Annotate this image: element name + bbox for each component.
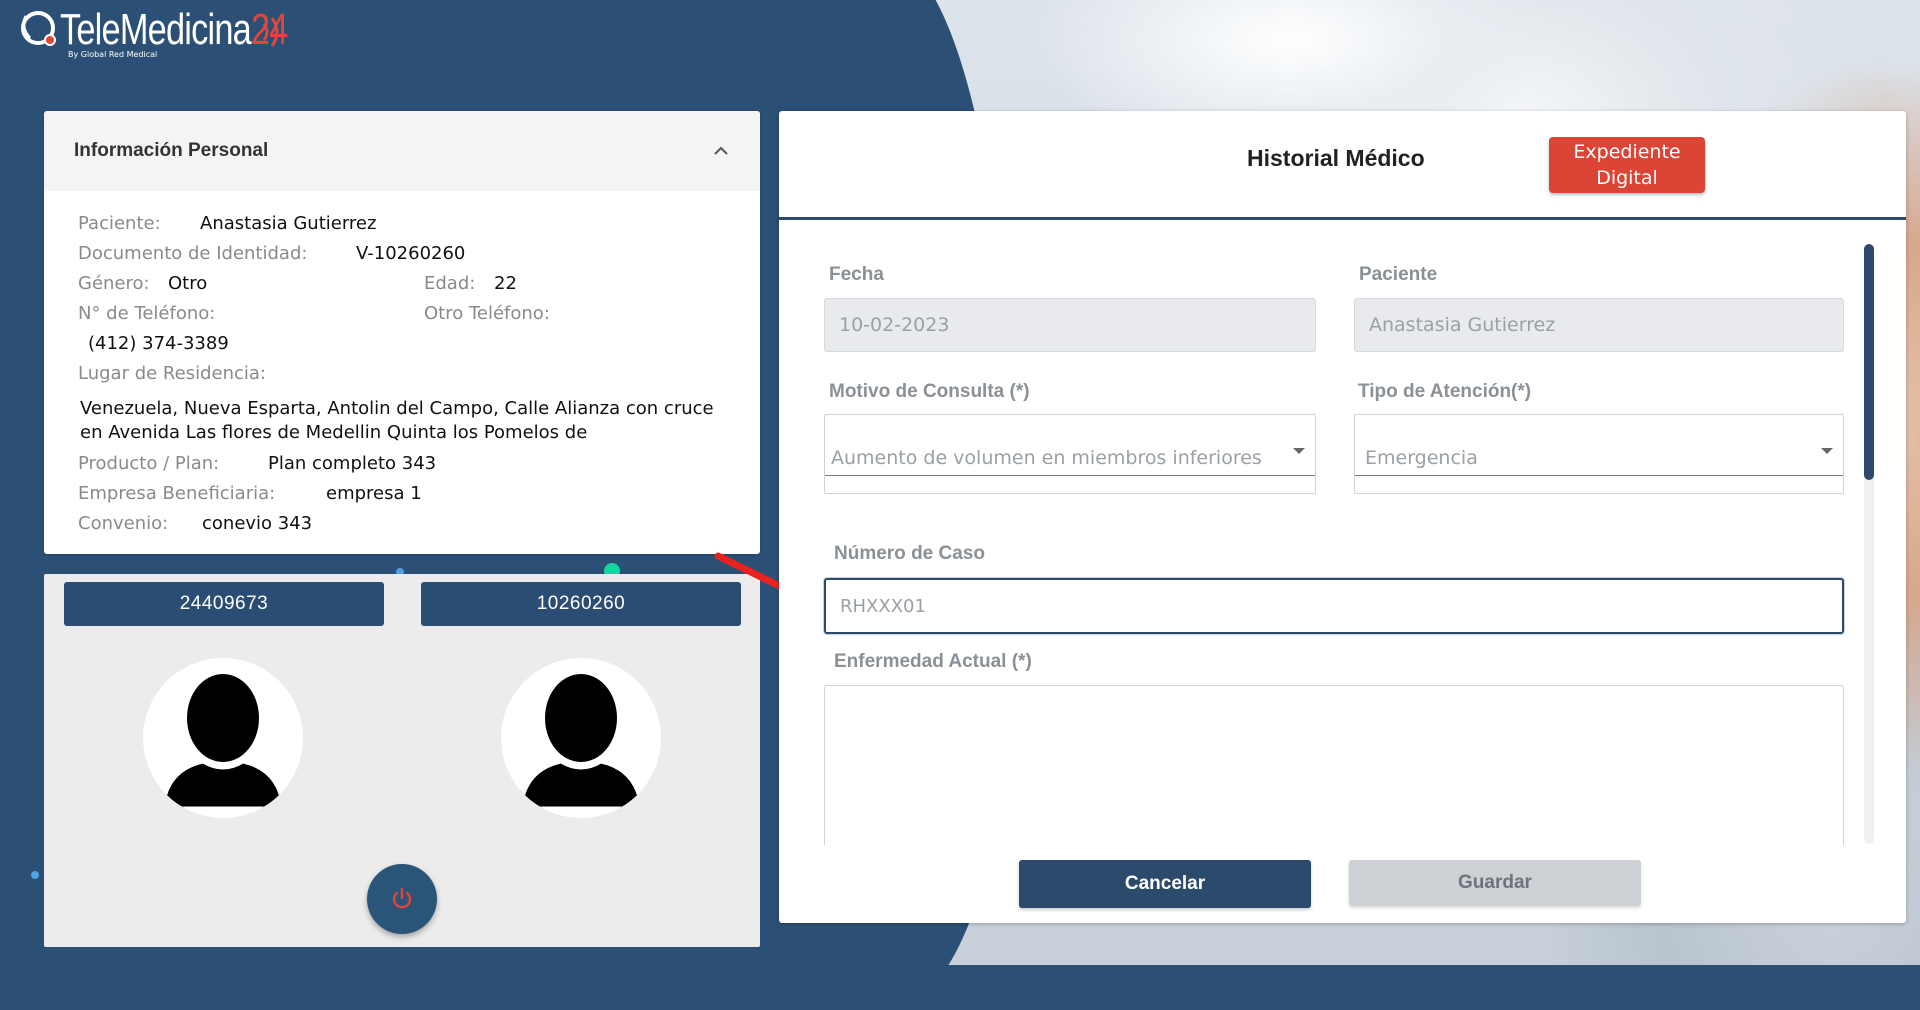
- plan-label: Producto / Plan:: [78, 453, 220, 474]
- case-number-label: Número de Caso: [834, 543, 985, 564]
- current-illness-label: Enfermedad Actual (*): [834, 651, 1032, 672]
- age-label: Edad:: [424, 273, 476, 294]
- chevron-up-icon[interactable]: [712, 142, 730, 160]
- document-label: Documento de Identidad:: [78, 243, 308, 264]
- participant-id-left[interactable]: 24409673: [64, 582, 384, 626]
- stethoscope-icon: [21, 11, 56, 46]
- date-label: Fecha: [829, 264, 884, 285]
- residence-label: Lugar de Residencia:: [78, 363, 266, 384]
- personal-info-title: Información Personal: [74, 140, 269, 161]
- select-underline: [1355, 475, 1843, 476]
- dropdown-caret-icon: [1821, 448, 1833, 454]
- select-underline: [825, 475, 1315, 476]
- brand-name: TeleMedicina24: [60, 5, 288, 54]
- form-scrollbar[interactable]: [1864, 244, 1874, 844]
- plan-value: Plan completo 343: [268, 453, 437, 474]
- patient-field[interactable]: Anastasia Gutierrez: [1354, 298, 1844, 352]
- decor-dot: [31, 871, 39, 879]
- date-field[interactable]: 10-02-2023: [824, 298, 1316, 352]
- participant-avatar-right: [501, 658, 661, 818]
- document-value: V-10260260: [356, 243, 466, 264]
- reason-label: Motivo de Consulta (*): [829, 381, 1030, 402]
- personal-info-card: Información Personal Paciente: Anastasia…: [44, 111, 760, 554]
- end-call-button[interactable]: [367, 864, 437, 934]
- scrollbar-thumb[interactable]: [1864, 244, 1874, 480]
- patient-value: Anastasia Gutierrez: [200, 213, 377, 234]
- agreement-label: Convenio:: [78, 513, 169, 534]
- case-number-input[interactable]: RHXXX01: [824, 578, 1844, 634]
- medical-history-card: Historial Médico Expediente Digital Fech…: [779, 111, 1906, 923]
- participant-id-right[interactable]: 10260260: [421, 582, 741, 626]
- personal-info-body: Paciente: Anastasia Gutierrez Documento …: [44, 191, 760, 539]
- reason-select[interactable]: Aumento de volumen en miembros inferiore…: [824, 414, 1316, 494]
- phone-value: (412) 374-3389: [88, 333, 229, 354]
- video-call-panel: 24409673 10260260: [44, 574, 760, 947]
- brand-logo[interactable]: TeleMedicina24 By Global Red Medical: [16, 8, 290, 60]
- attention-label: Tipo de Atención(*): [1358, 381, 1532, 402]
- save-button[interactable]: Guardar: [1349, 860, 1641, 906]
- current-illness-textarea[interactable]: [824, 685, 1844, 845]
- company-label: Empresa Beneficiaria:: [78, 483, 276, 504]
- brand-tagline: By Global Red Medical: [68, 50, 158, 59]
- company-value: empresa 1: [326, 483, 422, 504]
- user-silhouette-icon: [519, 674, 643, 810]
- medical-history-header: Historial Médico Expediente Digital: [779, 111, 1906, 220]
- medical-history-title: Historial Médico: [1247, 145, 1425, 171]
- personal-info-header[interactable]: Información Personal: [44, 111, 760, 191]
- attention-select[interactable]: Emergencia: [1354, 414, 1844, 494]
- cancel-button[interactable]: Cancelar: [1019, 860, 1311, 908]
- digital-record-button[interactable]: Expediente Digital: [1549, 137, 1705, 193]
- patient-label: Paciente:: [78, 213, 161, 234]
- residence-value: Venezuela, Nueva Esparta, Antolin del Ca…: [80, 398, 714, 443]
- dropdown-caret-icon: [1293, 448, 1305, 454]
- other-phone-label: Otro Teléfono:: [424, 303, 550, 324]
- reason-select-value: Aumento de volumen en miembros inferiore…: [831, 447, 1262, 469]
- attention-select-value: Emergencia: [1365, 447, 1478, 469]
- participant-avatar-left: [143, 658, 303, 818]
- user-silhouette-icon: [161, 674, 285, 810]
- gender-value: Otro: [168, 273, 208, 294]
- agreement-value: conevio 343: [202, 513, 313, 534]
- phone-label: N° de Teléfono:: [78, 303, 216, 324]
- gender-label: Género:: [78, 273, 150, 294]
- power-icon: [392, 887, 412, 909]
- patient-field-label: Paciente: [1359, 264, 1438, 285]
- age-value: 22: [494, 273, 517, 294]
